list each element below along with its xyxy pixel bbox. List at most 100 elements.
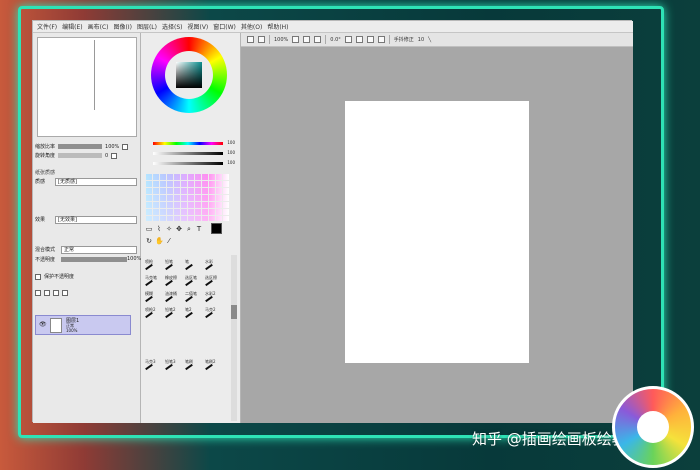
foreground-color[interactable] [211, 223, 222, 234]
move-tool-icon[interactable]: ✥ [175, 225, 183, 233]
pen-icon [165, 363, 173, 371]
opacity-label: 不透明度 [35, 257, 56, 263]
protect-row: 保护不透明度 [35, 273, 74, 280]
color-wheel[interactable] [151, 37, 227, 113]
rotate-button[interactable] [111, 152, 118, 159]
opacity-value: 100% [127, 256, 142, 262]
pen-icon [205, 363, 213, 371]
tool-cell[interactable]: 橡皮擦 [165, 275, 184, 289]
rotate-value[interactable]: 0.0° [330, 37, 340, 43]
blend-mode-select[interactable]: 正常 [61, 246, 137, 254]
hue-slider-row: 100 [147, 140, 235, 146]
tool-cell[interactable]: 油漆桶 [165, 291, 184, 305]
color-wheel-center [165, 51, 213, 99]
tool-cell[interactable]: 马克笔 [145, 275, 164, 289]
rotate-tool-icon[interactable]: ↻ [145, 237, 153, 245]
pen-icon [165, 311, 173, 319]
tool-cell[interactable]: 选区擦 [205, 275, 224, 289]
zoom-tool-icon[interactable]: ⌕ [185, 225, 193, 233]
menu-view[interactable]: 视图(V) [187, 22, 208, 31]
select-tool-icon[interactable]: ▭ [145, 225, 153, 233]
menu-file[interactable]: 文件(F) [37, 22, 57, 31]
tool-cell[interactable]: 笔刷 [185, 359, 204, 373]
rotate-reset-button[interactable] [366, 36, 374, 43]
value-slider[interactable] [153, 162, 223, 165]
menu-window[interactable]: 窗口(W) [213, 22, 236, 31]
tool-cell[interactable]: 水彩2 [205, 291, 224, 305]
saturation-slider-row: 100 [147, 150, 235, 156]
pen-icon [145, 295, 153, 303]
magic-wand-icon[interactable]: ✧ [165, 225, 173, 233]
opacity-slider[interactable] [61, 257, 127, 262]
tool-cell[interactable]: 选区笔 [185, 275, 204, 289]
menu-other[interactable]: 其他(O) [241, 22, 262, 31]
stabilizer-label: 手抖修正 [393, 37, 414, 43]
eye-icon[interactable]: 👁 [39, 321, 47, 328]
layer-opacity: 100% [66, 328, 78, 333]
stabilizer-select[interactable]: 10 [418, 37, 424, 43]
layer-thumbnail [50, 318, 62, 333]
zoom-slider[interactable] [58, 144, 103, 149]
lasso-tool-icon[interactable]: ⌇ [155, 225, 163, 233]
tool-cell[interactable]: 马克3 [145, 359, 164, 373]
menu-layer[interactable]: 图层(L) [137, 22, 157, 31]
menu-canvas[interactable]: 画布(C) [88, 22, 109, 31]
hand-tool-icon[interactable]: ✋ [155, 237, 164, 245]
new-folder-button[interactable] [44, 289, 50, 296]
tool-cell[interactable]: 马克2 [205, 307, 224, 321]
selection-toggle-button[interactable] [247, 36, 254, 43]
zoom-row: 缩放比率 100% [35, 143, 129, 150]
hue-slider[interactable] [153, 142, 223, 145]
flip-button[interactable] [377, 36, 385, 43]
tool-cell[interactable]: 铅笔3 [165, 359, 184, 373]
zoom-in-button[interactable] [303, 36, 311, 43]
text-tool-icon[interactable]: T [195, 225, 203, 233]
value-slider-row: 100 [147, 160, 235, 166]
effects-heading: 纸张质感 [35, 170, 56, 176]
saturation-value-square[interactable] [176, 62, 202, 88]
tool-cell[interactable]: 笔刷2 [205, 359, 224, 373]
tool-cell[interactable]: 笔2 [185, 307, 204, 321]
rotate-left-button[interactable] [344, 36, 352, 43]
tool-cell[interactable]: 模糊 [145, 291, 164, 305]
canvas-workspace[interactable] [241, 47, 633, 423]
zoom-button[interactable] [122, 143, 129, 150]
view-toolbar: 100% 0.0° 手抖修正 10 ╲ [241, 33, 633, 47]
eyedropper-icon[interactable]: ⁄ [165, 237, 173, 245]
deselect-button[interactable] [258, 36, 265, 43]
tool-cell[interactable]: 喷枪2 [145, 307, 164, 321]
menu-select[interactable]: 选择(S) [162, 22, 183, 31]
tool-cell[interactable]: 笔 [185, 259, 204, 273]
tool-cell[interactable]: 铅笔2 [165, 307, 184, 321]
saturation-slider[interactable] [153, 152, 223, 155]
pen-icon [165, 263, 173, 271]
zoom-reset-button[interactable] [314, 36, 322, 43]
menu-help[interactable]: 帮助(H) [267, 22, 288, 31]
zoom-value[interactable]: 100% [274, 37, 288, 43]
rotate-row: 旋转角度 0 [35, 152, 118, 159]
protect-checkbox[interactable] [35, 273, 41, 280]
merge-layer-button[interactable] [53, 289, 59, 296]
tool-cell[interactable]: 喷枪 [145, 259, 164, 273]
left-panel: 缩放比率 100% 旋转角度 0 纸张质感 质感 [无质感] 效果 [无效果] … [33, 33, 141, 423]
navigator-preview[interactable] [37, 37, 137, 137]
layer-buttons [35, 289, 68, 296]
scroll-thumb[interactable] [231, 305, 237, 319]
delete-layer-button[interactable] [62, 289, 68, 296]
drawing-canvas[interactable] [345, 101, 529, 363]
rotate-right-button[interactable] [355, 36, 363, 43]
tool-scrollbar[interactable] [231, 255, 237, 421]
layer-row[interactable]: 👁 图层1 正常 100% [35, 315, 131, 335]
zoom-out-button[interactable] [292, 36, 300, 43]
pen-icon [165, 279, 173, 287]
tool-cell[interactable]: 二值笔 [185, 291, 204, 305]
menu-edit[interactable]: 编辑(E) [62, 22, 82, 31]
new-layer-button[interactable] [35, 289, 41, 296]
tool-cell[interactable]: 水彩 [205, 259, 224, 273]
texture-select[interactable]: [无质感] [55, 178, 137, 186]
rotate-slider[interactable] [58, 153, 103, 158]
menu-image[interactable]: 图像(I) [114, 22, 132, 31]
effect-select[interactable]: [无效果] [55, 216, 137, 224]
swatch-grid [145, 173, 229, 221]
tool-cell[interactable]: 铅笔 [165, 259, 184, 273]
